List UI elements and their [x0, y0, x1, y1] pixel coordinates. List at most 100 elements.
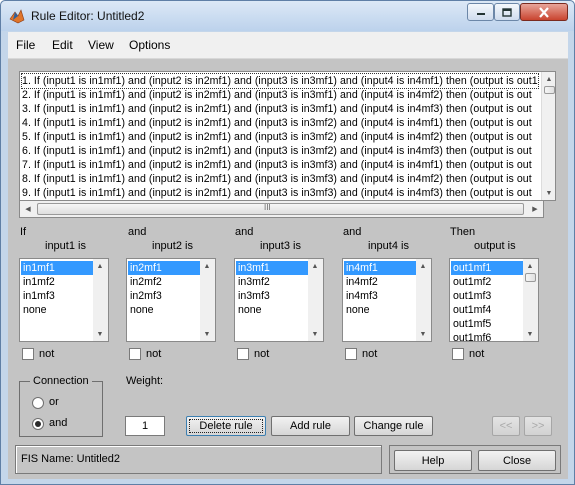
window-title: Rule Editor: Untitled2	[31, 9, 145, 23]
rule-list[interactable]: 1. If (input1 is in1mf1) and (input2 is …	[19, 71, 556, 201]
output-not-checkbox[interactable]	[452, 348, 464, 360]
input4-label: input4 is	[368, 240, 409, 252]
input3-not-label: not	[254, 348, 270, 360]
list-item[interactable]: in3mf2	[236, 275, 309, 289]
listbox-scrollbar[interactable]: ▲ ▼	[523, 259, 538, 341]
scroll-up-arrow-icon[interactable]: ▲	[94, 261, 106, 271]
scroll-left-arrow-icon[interactable]: ◀	[23, 204, 33, 214]
input2-listbox[interactable]: in2mf1 in2mf2 in2mf3 none ▲ ▼	[126, 258, 216, 342]
rule-item[interactable]: 6. If (input1 is in1mf1) and (input2 is …	[22, 144, 532, 158]
listbox-scrollbar[interactable]: ▲ ▼	[200, 259, 215, 341]
list-item[interactable]: out1mf3	[451, 289, 524, 303]
rule-list-hscrollbar[interactable]: ◀ III ▶	[19, 201, 544, 218]
list-item[interactable]: in3mf1	[236, 261, 309, 275]
list-item[interactable]: in4mf3	[344, 289, 417, 303]
rule-editor-window: Rule Editor: Untitled2 File Edit View Op…	[0, 0, 575, 485]
input1-listbox[interactable]: in1mf1 in1mf2 in1mf3 none ▲ ▼	[19, 258, 109, 342]
input4-listbox[interactable]: in4mf1 in4mf2 in4mf3 none ▲ ▼	[342, 258, 432, 342]
list-item[interactable]: out1mf4	[451, 303, 524, 317]
delete-rule-button[interactable]: Delete rule	[186, 416, 266, 436]
input4-not-checkbox[interactable]	[345, 348, 357, 360]
menu-view[interactable]: View	[88, 38, 114, 52]
list-item[interactable]: none	[128, 303, 201, 317]
fis-name-status: FIS Name: Untitled2	[21, 453, 121, 465]
connector-then: Then	[450, 226, 476, 238]
scroll-down-arrow-icon[interactable]: ▼	[309, 329, 321, 339]
change-rule-button[interactable]: Change rule	[354, 416, 433, 436]
list-item[interactable]: in2mf1	[128, 261, 201, 275]
scroll-up-arrow-icon[interactable]: ▲	[201, 261, 213, 271]
scroll-right-arrow-icon[interactable]: ▶	[530, 204, 540, 214]
rule-item[interactable]: 5. If (input1 is in1mf1) and (input2 is …	[22, 130, 532, 144]
list-item[interactable]: none	[21, 303, 94, 317]
input3-not-checkbox[interactable]	[237, 348, 249, 360]
listbox-scrollbar[interactable]: ▲ ▼	[308, 259, 323, 341]
list-item[interactable]: in1mf1	[21, 261, 94, 275]
list-item[interactable]: none	[236, 303, 309, 317]
input1-not-checkbox[interactable]	[22, 348, 34, 360]
list-item[interactable]: in1mf2	[21, 275, 94, 289]
scroll-down-arrow-icon[interactable]: ▼	[94, 329, 106, 339]
weight-input[interactable]: 1	[125, 416, 165, 436]
list-item[interactable]: in2mf3	[128, 289, 201, 303]
scroll-up-arrow-icon[interactable]: ▲	[417, 261, 429, 271]
weight-label: Weight:	[126, 375, 164, 387]
previous-rule-button[interactable]: <<	[492, 416, 520, 436]
input2-not-checkbox[interactable]	[129, 348, 141, 360]
maximize-button[interactable]	[494, 3, 520, 21]
scroll-up-arrow-icon[interactable]: ▲	[542, 74, 555, 84]
close-button[interactable]: Close	[478, 450, 556, 471]
minimize-icon	[476, 13, 485, 15]
scroll-down-arrow-icon[interactable]: ▼	[201, 329, 213, 339]
rule-item[interactable]: 7. If (input1 is in1mf1) and (input2 is …	[22, 158, 532, 172]
list-item[interactable]: out1mf5	[451, 317, 524, 331]
grip-icon: III	[264, 203, 271, 212]
list-item[interactable]: out1mf6	[451, 331, 524, 341]
scroll-up-arrow-icon[interactable]: ▲	[309, 261, 321, 271]
input3-listbox[interactable]: in3mf1 in3mf2 in3mf3 none ▲ ▼	[234, 258, 324, 342]
maximize-icon	[502, 7, 512, 17]
rule-item[interactable]: 2. If (input1 is in1mf1) and (input2 is …	[22, 88, 532, 102]
output-listbox[interactable]: out1mf1 out1mf2 out1mf3 out1mf4 out1mf5 …	[449, 258, 539, 342]
list-item[interactable]: in1mf3	[21, 289, 94, 303]
close-icon	[539, 6, 549, 18]
listbox-scrollbar[interactable]: ▲ ▼	[416, 259, 431, 341]
menu-file[interactable]: File	[16, 38, 35, 52]
scroll-down-arrow-icon[interactable]: ▼	[542, 188, 555, 198]
scroll-down-arrow-icon[interactable]: ▼	[417, 329, 429, 339]
connection-title: Connection	[30, 375, 92, 387]
rule-item[interactable]: 9. If (input1 is in1mf1) and (input2 is …	[22, 186, 532, 200]
scroll-corner	[544, 201, 556, 218]
connector-and-2: and	[235, 226, 254, 238]
list-item[interactable]: none	[344, 303, 417, 317]
list-item[interactable]: in2mf2	[128, 275, 201, 289]
list-item[interactable]: out1mf1	[451, 261, 524, 275]
input2-label: input2 is	[152, 240, 193, 252]
add-rule-button[interactable]: Add rule	[271, 416, 350, 436]
next-rule-button[interactable]: >>	[524, 416, 552, 436]
list-item[interactable]: out1mf2	[451, 275, 524, 289]
rule-item[interactable]: 8. If (input1 is in1mf1) and (input2 is …	[22, 172, 532, 186]
listbox-scrollbar[interactable]: ▲ ▼	[93, 259, 108, 341]
menu-edit[interactable]: Edit	[52, 38, 73, 52]
list-item[interactable]: in3mf3	[236, 289, 309, 303]
input3-label: input3 is	[260, 240, 301, 252]
scroll-thumb[interactable]	[525, 273, 536, 282]
rule-item[interactable]: 1. If (input1 is in1mf1) and (input2 is …	[21, 73, 539, 89]
scroll-down-arrow-icon[interactable]: ▼	[524, 329, 536, 339]
rule-item[interactable]: 3. If (input1 is in1mf1) and (input2 is …	[22, 102, 532, 116]
scroll-up-arrow-icon[interactable]: ▲	[524, 261, 536, 271]
connection-or-radio[interactable]	[32, 397, 44, 409]
menu-options[interactable]: Options	[129, 38, 170, 52]
connection-and-radio[interactable]	[32, 418, 44, 430]
list-item[interactable]: in4mf1	[344, 261, 417, 275]
help-button[interactable]: Help	[394, 450, 472, 471]
scroll-thumb[interactable]	[544, 86, 555, 94]
rule-list-vscrollbar[interactable]: ▲ ▼	[541, 72, 555, 200]
minimize-button[interactable]	[467, 3, 494, 21]
rule-item[interactable]: 4. If (input1 is in1mf1) and (input2 is …	[22, 116, 532, 130]
output-label: output is	[474, 240, 516, 252]
close-window-button[interactable]	[520, 3, 568, 21]
hscroll-thumb[interactable]: III	[37, 203, 524, 215]
list-item[interactable]: in4mf2	[344, 275, 417, 289]
